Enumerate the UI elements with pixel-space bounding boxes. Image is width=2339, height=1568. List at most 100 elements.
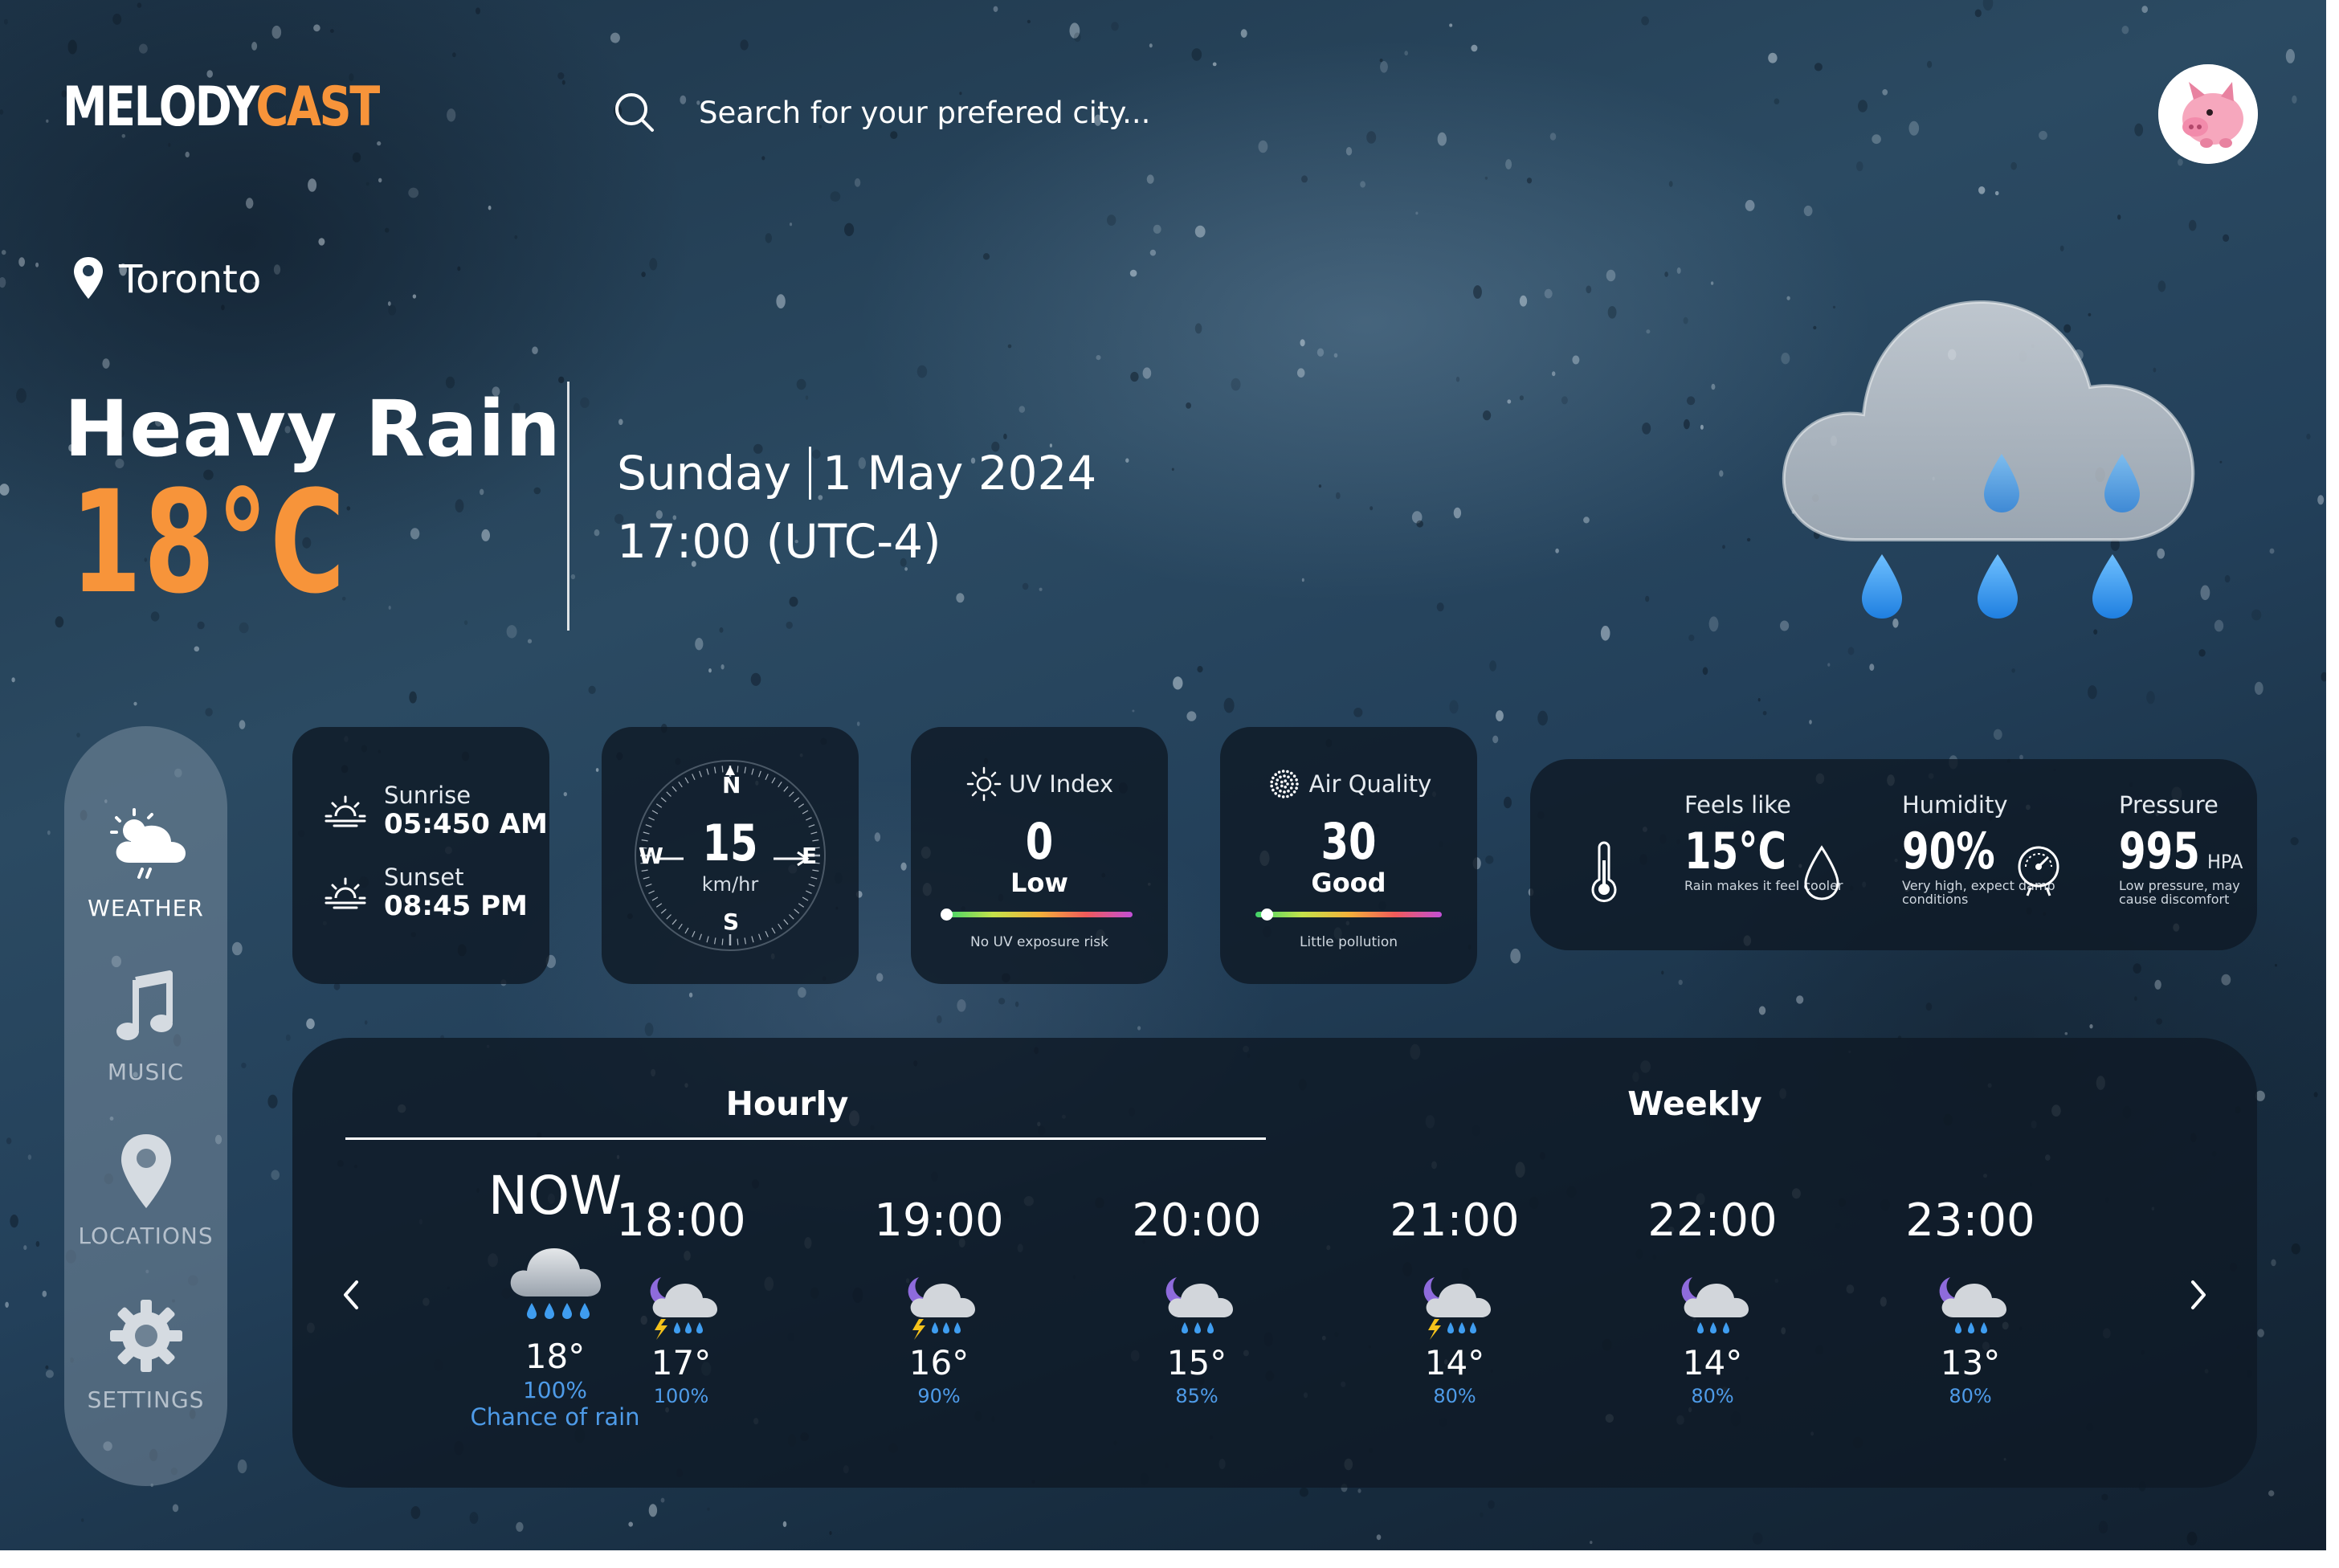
compass-south-label: S: [723, 909, 740, 935]
pressure-number: 995: [2119, 822, 2200, 880]
sunrise-time: 05:450 AM: [384, 807, 548, 840]
wind-speed: 15: [702, 814, 758, 872]
forecast-rain-note: Chance of rain: [470, 1403, 640, 1431]
tab-hourly[interactable]: Hourly: [667, 1084, 908, 1123]
night-rain-icon: [1681, 1277, 1749, 1333]
forecast-hour: 20:00 15° 85%: [1084, 1194, 1309, 1408]
forecast-time: 18:00: [616, 1194, 746, 1247]
forecast-rain-chance: 80%: [1691, 1385, 1734, 1407]
conditions-card: Feels like 15°C Rain makes it feel coole…: [1530, 759, 2257, 950]
local-time: 17:00 (UTC-4): [617, 514, 941, 569]
air-quality-title: Air Quality: [1220, 766, 1477, 802]
forecast-panel: Hourly Weekly NOW 18° 100% Chance of rai…: [292, 1038, 2257, 1488]
forecast-rain-chance: 100%: [653, 1385, 709, 1407]
pressure-note: Low pressure, may cause discomfort: [2119, 878, 2240, 907]
chevron-left-icon[interactable]: [328, 1271, 376, 1319]
location-name[interactable]: Toronto: [119, 257, 261, 302]
sidebar-item-settings[interactable]: SETTINGS: [64, 1292, 227, 1444]
date-separator: [809, 447, 812, 500]
forecast-temp: 16°: [908, 1343, 969, 1382]
logo-text-melody: MELODY: [63, 76, 258, 139]
forecast-time: 23:00: [1905, 1194, 2035, 1247]
sunset-row: Sunset 08:45 PM: [323, 864, 528, 922]
forecast-temp: 14°: [1682, 1343, 1743, 1382]
uv-scale-bar: [946, 912, 1133, 917]
nav-label-music: MUSIC: [107, 1059, 185, 1085]
pressure-value: 995 HPA: [2119, 827, 2243, 876]
pressure-label: Pressure: [2119, 791, 2219, 819]
sunrise-row: Sunrise 05:450 AM: [323, 782, 548, 840]
uv-scale-marker: [941, 909, 953, 921]
forecast-rain-chance: 80%: [1949, 1385, 1992, 1407]
air-quality-card: Air Quality 30 Good Little pollution: [1220, 727, 1477, 984]
uv-value: 0: [1025, 812, 1054, 871]
sidebar-item-locations[interactable]: LOCATIONS: [64, 1128, 227, 1280]
forecast-rain-chance: 80%: [1433, 1385, 1476, 1407]
forecast-hour: 18:00 17° 100%: [569, 1194, 794, 1408]
air-quality-scale-marker: [1260, 909, 1273, 921]
heavy-rain-cloud-icon: [1782, 300, 2195, 619]
forecast-rain-chance: 90%: [917, 1385, 961, 1407]
sunset-label: Sunset: [384, 864, 464, 891]
night-thunderstorm-icon: [908, 1277, 975, 1340]
pressure-unit: HPA: [2207, 851, 2243, 873]
forecast-hour: 22:00 14° 80%: [1600, 1194, 1825, 1408]
air-quality-title-label: Air Quality: [1308, 770, 1432, 798]
air-quality-icon: [1270, 770, 1299, 798]
chevron-right-icon[interactable]: [2174, 1271, 2222, 1319]
uv-title-label: UV Index: [1008, 770, 1114, 798]
tab-weekly[interactable]: Weekly: [1574, 1084, 1815, 1123]
location-pin-icon: [120, 1134, 171, 1208]
app-logo[interactable]: MELODYCAST: [63, 80, 380, 135]
sidebar-item-weather[interactable]: WEATHER: [64, 800, 227, 953]
humidity-value: 90%: [1902, 822, 1995, 880]
sidebar-item-music[interactable]: MUSIC: [64, 964, 227, 1117]
forecast-time: 19:00: [874, 1194, 1004, 1247]
forecast-temp: 13°: [1940, 1343, 2001, 1382]
search-input[interactable]: [699, 88, 1341, 137]
forecast-time: 20:00: [1132, 1194, 1262, 1247]
thermometer-icon: [1591, 841, 1617, 903]
forecast-temp: 14°: [1424, 1343, 1485, 1382]
weather-icon: [109, 808, 186, 879]
night-thunderstorm-icon: [1423, 1277, 1491, 1340]
compass-north-label: N: [722, 772, 741, 798]
forecast-time: 22:00: [1647, 1194, 1778, 1247]
forecast-temp: 15°: [1166, 1343, 1227, 1382]
wind-card: N S W E 15 km/hr: [602, 727, 859, 984]
air-quality-value: 30: [1321, 812, 1377, 871]
air-quality-note: Little pollution: [1299, 934, 1398, 950]
air-quality-level: Good: [1311, 868, 1386, 898]
wind-unit: km/hr: [701, 873, 759, 896]
water-drop-icon: [1804, 845, 1839, 900]
uv-note: No UV exposure risk: [970, 934, 1108, 950]
forecast-hour: 21:00 14° 80%: [1342, 1194, 1567, 1408]
current-temperature: 18°C: [71, 460, 348, 625]
logo-text-cast: CAST: [255, 76, 380, 139]
humidity-label: Humidity: [1902, 791, 2008, 819]
forecast-hour: 19:00 16° 90%: [827, 1194, 1051, 1408]
day-name: Sunday: [617, 446, 792, 500]
night-rain-icon: [1165, 1277, 1233, 1333]
nav-label-settings: SETTINGS: [87, 1386, 205, 1413]
uv-title: UV Index: [911, 766, 1168, 802]
avatar[interactable]: [2158, 64, 2258, 164]
location-pin-icon: [74, 257, 103, 299]
pig-avatar-icon: [2158, 64, 2258, 164]
air-quality-scale-bar: [1255, 912, 1442, 917]
forecast-time: 21:00: [1390, 1194, 1520, 1247]
sunrise-label: Sunrise: [384, 782, 471, 809]
nav-label-weather: WEATHER: [88, 895, 204, 921]
sunrise-icon: [325, 795, 366, 827]
nav-label-locations: LOCATIONS: [78, 1223, 214, 1249]
sun-icon: [966, 766, 1002, 802]
music-icon: [116, 970, 173, 1040]
search-icon[interactable]: [612, 90, 657, 135]
date-row: Sunday 1 May 2024: [617, 446, 1096, 500]
feels-like-value: 15°C: [1684, 822, 1786, 880]
forecast-rain-chance: 85%: [1175, 1385, 1218, 1407]
uv-index-card: UV Index 0 Low No UV exposure risk: [911, 727, 1168, 984]
pressure-gauge-icon: [2018, 846, 2059, 896]
divider: [567, 382, 569, 631]
feels-like-label: Feels like: [1684, 791, 1791, 819]
